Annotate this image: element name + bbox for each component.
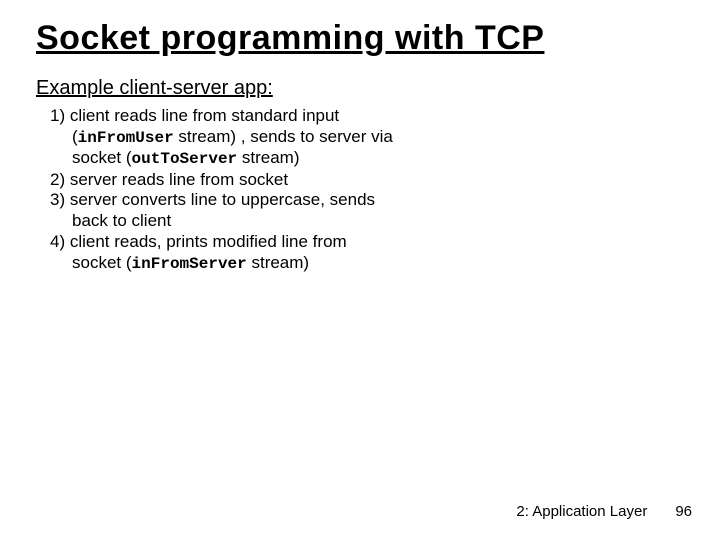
- step-2: 2) server reads line from socket: [36, 170, 396, 191]
- step-3: 3) server converts line to uppercase, se…: [36, 190, 396, 231]
- step-4-code: inFromServer: [132, 255, 247, 273]
- step-4-text-b: stream): [247, 253, 309, 272]
- step-1: 1) client reads line from standard input…: [36, 106, 396, 170]
- footer-chapter: 2: Application Layer: [516, 503, 647, 520]
- slide: Socket programming with TCP Example clie…: [0, 0, 720, 540]
- step-1-code-1: inFromUser: [78, 129, 174, 147]
- slide-footer: 2: Application Layer 96: [516, 503, 692, 520]
- step-1-code-2: outToServer: [132, 150, 238, 168]
- slide-title: Socket programming with TCP: [36, 18, 684, 59]
- subheading: Example client-server app:: [36, 77, 684, 100]
- step-4: 4) client reads, prints modified line fr…: [36, 232, 396, 274]
- step-1-text-c: stream): [237, 148, 299, 167]
- footer-page-number: 96: [675, 503, 692, 520]
- steps-list: 1) client reads line from standard input…: [36, 106, 396, 274]
